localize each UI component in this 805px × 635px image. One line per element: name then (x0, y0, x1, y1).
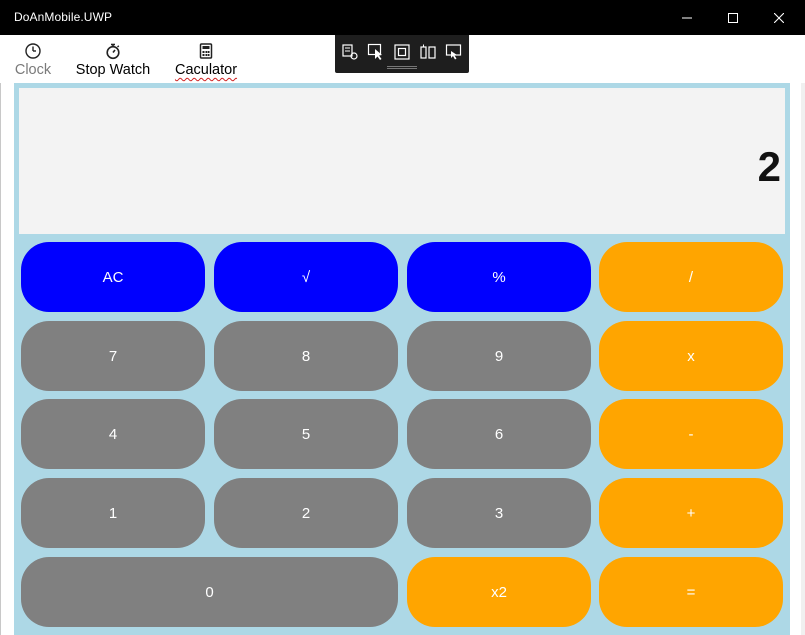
calculator-panel: 2 AC √ % / 7 8 9 x 4 5 6 - 1 2 3 + 0 x2 … (14, 83, 790, 635)
hot-reload-icon (445, 44, 462, 60)
maximize-icon (728, 12, 738, 23)
debug-toolbar (335, 35, 469, 73)
layout-adorner-icon (394, 44, 410, 60)
hot-reload-button[interactable] (444, 42, 464, 62)
window-left-border (0, 35, 1, 635)
digit-8-button[interactable]: 8 (214, 321, 398, 391)
minimize-button[interactable] (664, 0, 710, 35)
window-right-border (801, 35, 805, 635)
clear-button[interactable]: AC (21, 242, 205, 312)
square-button[interactable]: x2 (407, 557, 591, 627)
live-visual-tree-button[interactable] (340, 42, 360, 62)
digit-3-button[interactable]: 3 (407, 478, 591, 548)
nav-item-label: Stop Watch (75, 62, 151, 78)
digit-5-button[interactable]: 5 (214, 399, 398, 469)
clock-icon (24, 41, 42, 61)
select-element-button[interactable] (366, 42, 386, 62)
digit-2-button[interactable]: 2 (214, 478, 398, 548)
digit-7-button[interactable]: 7 (21, 321, 205, 391)
minimize-icon (682, 17, 692, 18)
percent-button[interactable]: % (407, 242, 591, 312)
calculator-icon (199, 41, 213, 61)
digit-1-button[interactable]: 1 (21, 478, 205, 548)
digit-6-button[interactable]: 6 (407, 399, 591, 469)
equals-button[interactable]: = (599, 557, 783, 627)
cursor-select-icon (367, 43, 382, 60)
nav-item-clock[interactable]: Clock (12, 41, 54, 83)
window-title: DoAnMobile.UWP (14, 10, 113, 24)
subtract-button[interactable]: - (599, 399, 783, 469)
title-bar: DoAnMobile.UWP (0, 0, 805, 35)
multiply-button[interactable]: x (599, 321, 783, 391)
digit-9-button[interactable]: 9 (407, 321, 591, 391)
stopwatch-icon (104, 41, 122, 61)
maximize-button[interactable] (710, 0, 756, 35)
track-focus-button[interactable] (418, 42, 438, 62)
visual-tree-icon (342, 44, 358, 60)
digit-0-button[interactable]: 0 (21, 557, 398, 627)
track-focus-icon (420, 44, 436, 59)
close-button[interactable] (756, 0, 802, 35)
nav-item-label: Clock (14, 62, 52, 78)
drag-handle[interactable] (387, 66, 417, 69)
divide-button[interactable]: / (599, 242, 783, 312)
add-button[interactable]: + (599, 478, 783, 548)
digit-4-button[interactable]: 4 (21, 399, 205, 469)
square-root-button[interactable]: √ (214, 242, 398, 312)
nav-item-stop-watch[interactable]: Stop Watch (73, 41, 153, 83)
display-layout-adorners-button[interactable] (392, 42, 412, 62)
nav-item-label: Caculator (174, 62, 238, 78)
close-icon (774, 12, 784, 23)
calculator-display: 2 (19, 88, 785, 234)
display-value: 2 (757, 143, 781, 190)
nav-item-calculator[interactable]: Caculator (172, 41, 240, 83)
